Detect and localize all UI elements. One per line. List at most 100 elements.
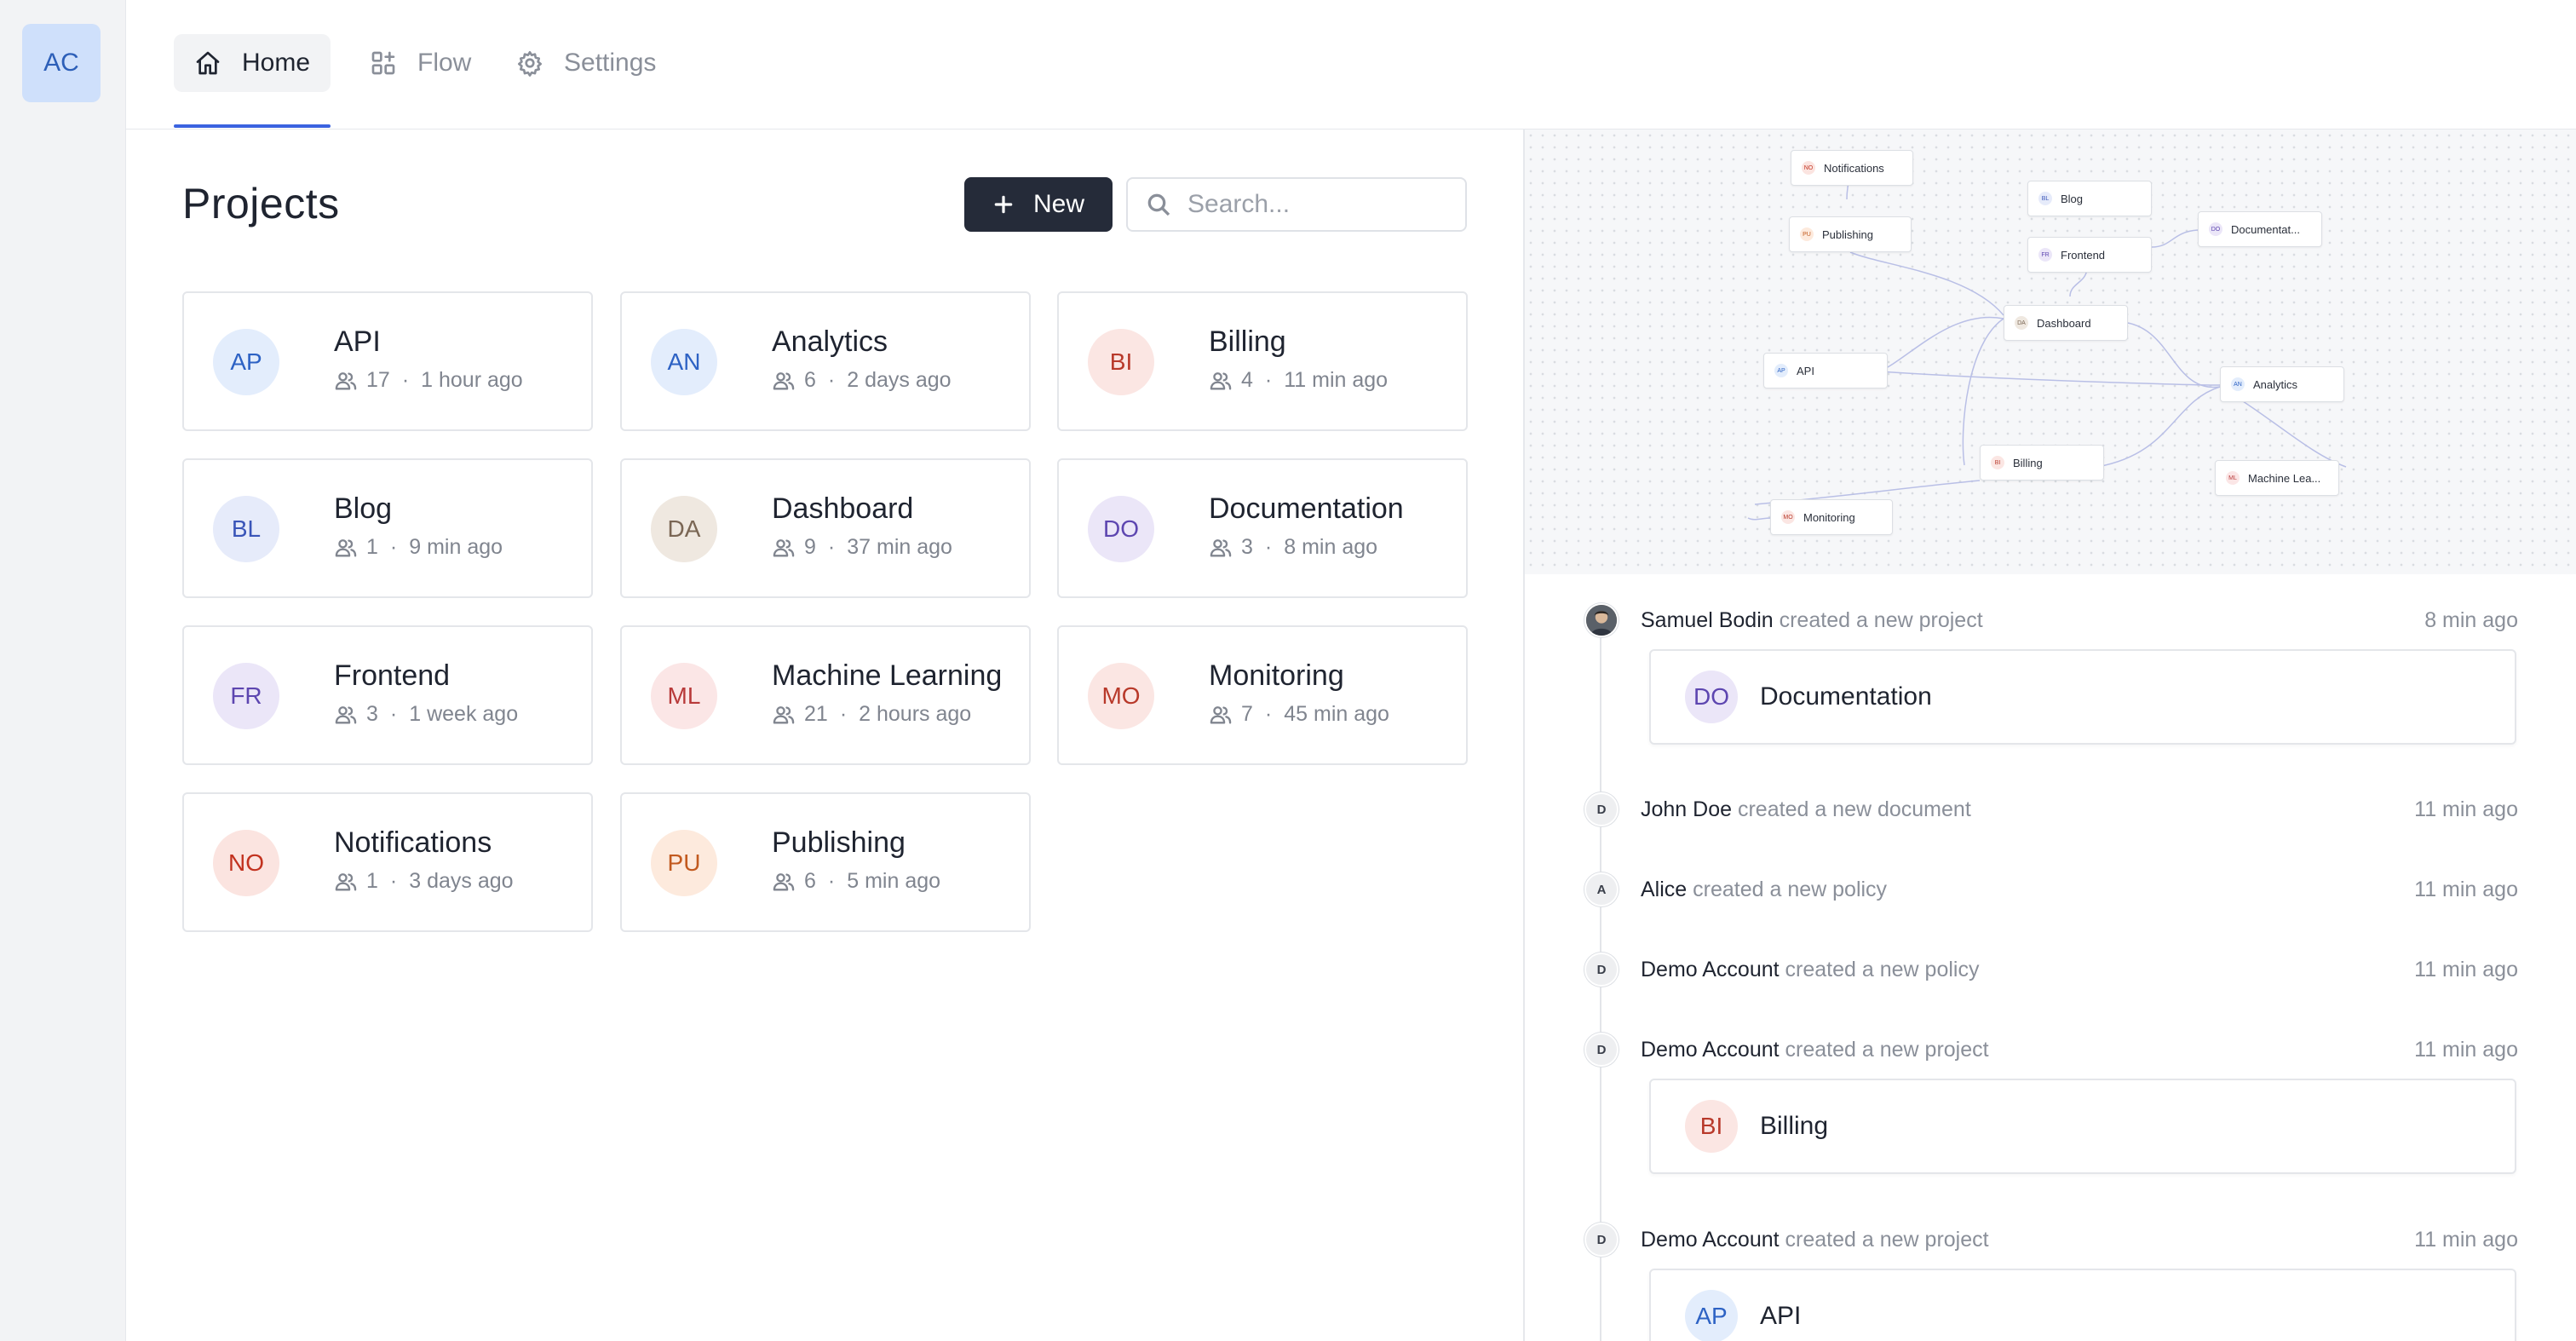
flow-node[interactable]: NO Notifications: [1791, 150, 1913, 186]
flow-node[interactable]: FR Frontend: [2027, 237, 2152, 273]
project-meta: 3 · 8 min ago: [1209, 535, 1377, 560]
project-card[interactable]: MO Monitoring 7 · 45 min ago: [1057, 625, 1468, 765]
plus-icon: [994, 195, 1013, 214]
updated-time: 9 min ago: [409, 535, 503, 559]
active-tab-indicator: [174, 124, 331, 128]
activity-project-card[interactable]: BI Billing: [1649, 1079, 2516, 1174]
tab-settings[interactable]: Settings: [496, 34, 676, 92]
project-card[interactable]: AN Analytics 6 · 2 days ago: [620, 291, 1031, 431]
member-count: 4: [1241, 368, 1253, 392]
tab-flow[interactable]: Flow: [349, 34, 492, 92]
flow-node-avatar: ML: [2226, 471, 2240, 485]
project-avatar: DA: [651, 496, 717, 562]
activity-actor[interactable]: Demo Account: [1641, 958, 1780, 981]
tab-flow-label: Flow: [417, 49, 472, 77]
flow-node[interactable]: AP API: [1763, 353, 1888, 388]
flow-node[interactable]: AN Analytics: [2220, 366, 2344, 402]
project-card[interactable]: PU Publishing 6 · 5 min ago: [620, 792, 1031, 932]
activity-action: created a new policy: [1693, 878, 1888, 901]
project-card[interactable]: BL Blog 1 · 9 min ago: [182, 458, 593, 598]
project-card[interactable]: DA Dashboard 9 · 37 min ago: [620, 458, 1031, 598]
search-box[interactable]: [1126, 177, 1467, 232]
members-icon: [1210, 538, 1232, 556]
members-icon: [335, 538, 357, 556]
activity-text: Demo Account created a new project: [1641, 1228, 1989, 1252]
project-card[interactable]: ML Machine Learning 21 · 2 hours ago: [620, 625, 1031, 765]
activity-actor[interactable]: Demo Account: [1641, 1228, 1780, 1252]
member-count: 6: [804, 869, 816, 893]
flow-node-label: Documentat...: [2231, 222, 2300, 236]
activity-actor[interactable]: Samuel Bodin: [1641, 608, 1774, 632]
activity-action: created a new project: [1785, 1228, 1989, 1252]
meta-separator: ·: [401, 368, 410, 392]
flow-node[interactable]: MO Monitoring: [1770, 499, 1893, 535]
project-meta: 21 · 2 hours ago: [772, 702, 971, 727]
members-icon: [335, 371, 357, 389]
member-count: 7: [1241, 702, 1253, 726]
activity-project-card[interactable]: DO Documentation: [1649, 649, 2516, 745]
member-count: 17: [366, 368, 390, 392]
user-photo-icon: [1586, 605, 1617, 636]
activity-actor[interactable]: Demo Account: [1641, 1038, 1780, 1062]
user-avatar: D: [1584, 1033, 1619, 1067]
tab-home-label: Home: [242, 49, 311, 77]
flow-node-label: Monitoring: [1803, 510, 1855, 524]
project-meta: 3 · 1 week ago: [334, 702, 518, 727]
activity-actor[interactable]: Alice: [1641, 878, 1687, 901]
activity-actor[interactable]: John Doe: [1641, 797, 1732, 821]
activity-time: 11 min ago: [2414, 1038, 2518, 1062]
project-card[interactable]: AP API 17 · 1 hour ago: [182, 291, 593, 431]
user-avatar: D: [1584, 953, 1619, 987]
flow-preview[interactable]: NO Notifications PU Publishing BL Blog FR Front…: [1525, 129, 2576, 574]
project-card[interactable]: NO Notifications 1 · 3 days ago: [182, 792, 593, 932]
flow-node-avatar: DA: [2015, 316, 2028, 330]
flow-node[interactable]: BL Blog: [2027, 181, 2152, 216]
member-count: 6: [804, 368, 816, 392]
user-avatar: A: [1584, 872, 1619, 906]
project-avatar: DO: [1088, 496, 1154, 562]
project-meta: 4 · 11 min ago: [1209, 368, 1388, 393]
updated-time: 45 min ago: [1284, 702, 1389, 726]
flow-node[interactable]: DA Dashboard: [2004, 305, 2128, 341]
updated-time: 37 min ago: [847, 535, 952, 559]
project-avatar: MO: [1088, 663, 1154, 729]
flow-node[interactable]: PU Publishing: [1789, 216, 1912, 252]
flow-node-label: Blog: [2061, 192, 2084, 205]
project-card[interactable]: DO Documentation 3 · 8 min ago: [1057, 458, 1468, 598]
activity-time: 11 min ago: [2414, 797, 2518, 821]
flow-node-label: API: [1797, 364, 1814, 377]
new-project-button[interactable]: New: [964, 177, 1113, 232]
updated-time: 5 min ago: [847, 869, 941, 893]
flow-node[interactable]: DO Documentat...: [2198, 211, 2322, 247]
flow-node-avatar: PU: [1800, 227, 1814, 241]
meta-separator: ·: [827, 869, 836, 893]
project-meta: 6 · 2 days ago: [772, 368, 952, 393]
flow-node-label: Machine Lea...: [2248, 471, 2321, 485]
activity-project-card[interactable]: AP API: [1649, 1269, 2516, 1341]
project-name: Machine Learning: [772, 659, 1003, 692]
project-card[interactable]: FR Frontend 3 · 1 week ago: [182, 625, 593, 765]
activity-time: 11 min ago: [2414, 1228, 2518, 1252]
org-avatar[interactable]: AC: [22, 24, 101, 102]
tab-home[interactable]: Home: [174, 34, 331, 92]
activity-time: 11 min ago: [2414, 878, 2518, 901]
user-avatar: [1584, 603, 1619, 637]
activity-panel: NO Notifications PU Publishing BL Blog FR Front…: [1523, 129, 2576, 1341]
flow-node-label: Analytics: [2253, 377, 2298, 391]
member-count: 3: [1241, 535, 1253, 559]
gear-icon: [518, 51, 542, 77]
flow-node-avatar: FR: [2038, 248, 2052, 262]
activity-text: Samuel Bodin created a new project: [1641, 608, 1983, 633]
flow-icon: [371, 51, 395, 75]
meta-separator: ·: [1264, 702, 1273, 726]
flow-node[interactable]: ML Machine Lea...: [2215, 460, 2339, 496]
flow-node[interactable]: BI Billing: [1980, 445, 2104, 481]
meta-separator: ·: [389, 702, 398, 726]
meta-separator: ·: [389, 535, 398, 559]
project-name: Monitoring: [1209, 659, 1344, 692]
members-icon: [335, 705, 357, 723]
project-avatar: AP: [1685, 1290, 1738, 1341]
project-card[interactable]: BI Billing 4 · 11 min ago: [1057, 291, 1468, 431]
member-count: 21: [804, 702, 828, 726]
search-input[interactable]: [1187, 190, 1443, 219]
